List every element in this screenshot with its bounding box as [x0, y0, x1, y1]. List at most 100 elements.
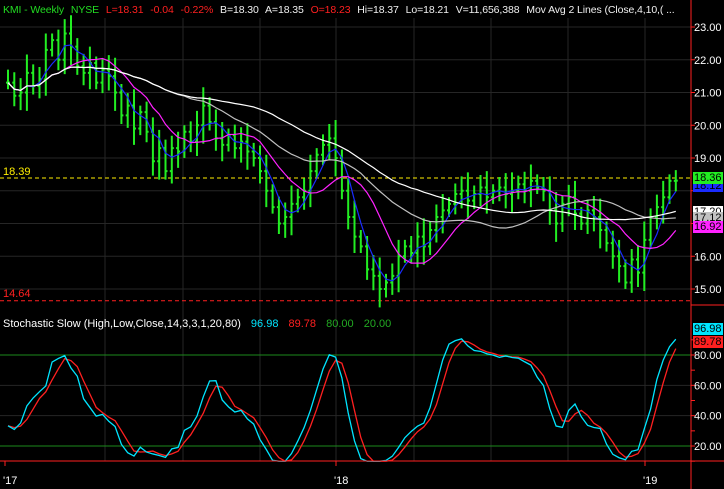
price-bar — [396, 239, 401, 293]
stochastic-k-tag: 96.98 — [693, 323, 723, 335]
stochastic-tick-label: 80.00 — [694, 350, 722, 362]
symbol-label: KMI - Weekly — [3, 4, 65, 16]
price-bar — [6, 69, 10, 90]
price-bar — [188, 121, 193, 153]
time-tick-label: '19 — [643, 475, 657, 487]
price-tick-label: 20.00 — [694, 120, 722, 132]
price-bar — [623, 259, 628, 289]
price-bar — [24, 54, 29, 111]
price-bar — [421, 218, 426, 265]
price-bar — [132, 89, 136, 145]
price-bar — [472, 185, 477, 210]
price-bar — [31, 64, 36, 95]
price-bar — [453, 183, 458, 215]
price-bar — [100, 59, 105, 94]
price-bar — [314, 148, 319, 178]
price-bar — [308, 154, 313, 208]
stochastic-title[interactable]: Stochastic Slow (High,Low,Close,14,3,3,1… — [3, 318, 241, 330]
time-tick-label: '17 — [3, 475, 17, 487]
price-bar — [497, 176, 502, 202]
price-bar — [138, 105, 143, 136]
price-bar — [333, 120, 338, 177]
price-bar — [270, 184, 275, 214]
price-bar — [150, 117, 155, 176]
price-bar — [560, 195, 565, 233]
price-tick-label: 23.00 — [694, 22, 722, 34]
price-bar — [377, 257, 382, 308]
price-bar — [491, 184, 496, 204]
chart-header: KMI - Weekly NYSE L=18.31 -0.04 -0.22% B… — [3, 4, 679, 16]
price-tick-label: 19.00 — [694, 153, 722, 165]
stochastic-upper-value: 80.00 — [326, 318, 354, 330]
price-bar — [239, 127, 244, 163]
stochastic-header: Stochastic Slow (High,Low,Close,14,3,3,1… — [3, 318, 398, 330]
price-bar — [415, 222, 420, 268]
stochastic-k-line — [7, 338, 677, 462]
support-label: 14.64 — [3, 288, 31, 300]
price-bar — [547, 176, 552, 225]
price-bar — [276, 196, 281, 234]
price-bar — [346, 178, 351, 230]
price-bar — [673, 170, 678, 192]
resistance-label: 18.39 — [3, 166, 31, 178]
price-bar — [169, 135, 174, 184]
time-tick-label: '18 — [334, 475, 348, 487]
indicator-label[interactable]: Mov Avg 2 Lines (Close,4,10,( ... — [526, 4, 674, 16]
stochastic-tick-label: 60.00 — [694, 380, 722, 392]
price-bar — [245, 123, 250, 170]
price-bar — [56, 29, 61, 71]
last-price: L=18.31 — [105, 4, 144, 16]
price-bar — [648, 208, 653, 249]
price-bar — [163, 139, 168, 180]
volume: V=11,656,388 — [455, 4, 520, 16]
price-bar — [591, 195, 596, 232]
price-bar — [94, 56, 99, 90]
bid-price: B=18.30 — [220, 4, 259, 16]
price-bar — [213, 109, 218, 151]
price-tick-label: 21.00 — [694, 88, 722, 100]
price-chart[interactable]: 23.00 22.00 21.00 20.00 19.00 16.00 15.00 80.00… — [0, 0, 724, 489]
stochastic-tick-label: 20.00 — [694, 441, 722, 453]
price-change-pct: -0.22% — [180, 4, 214, 16]
price-bar — [195, 110, 199, 157]
stochastic-d-value: 89.78 — [288, 318, 317, 330]
stochastic-tick-label: 40.00 — [694, 411, 722, 423]
price-bar — [465, 172, 470, 219]
price-tick-label: 16.00 — [694, 251, 722, 263]
price-bar — [69, 15, 73, 65]
price-tick-label: 22.00 — [694, 55, 722, 67]
ask-price: A=18.35 — [265, 4, 304, 16]
price-bar — [428, 221, 433, 255]
low-price: Lo=18.21 — [405, 4, 449, 16]
stochastic-d-line — [7, 340, 677, 462]
price-bar — [289, 185, 294, 236]
price-bar — [522, 171, 527, 204]
stochastic-k-value: 96.98 — [250, 318, 279, 330]
price-bar — [50, 33, 55, 57]
ma10-tag: 16.92 — [693, 221, 723, 233]
price-bar — [43, 33, 48, 96]
stochastic-lower-value: 20.00 — [363, 318, 392, 330]
price-bar — [573, 180, 577, 231]
price-bar — [654, 194, 659, 230]
price-bar — [629, 249, 634, 293]
price-bar — [75, 38, 80, 75]
price-bar — [352, 200, 357, 253]
price-bar — [358, 230, 363, 253]
price-bar — [18, 78, 23, 111]
price-bar — [81, 53, 86, 86]
exchange-label: NYSE — [70, 4, 100, 16]
price-bar — [302, 178, 307, 210]
price-bar — [226, 128, 231, 152]
price-tick-label: 15.00 — [694, 284, 722, 296]
last-price-tag: 18.36 — [693, 172, 723, 184]
price-bar — [264, 154, 269, 208]
price-bar — [528, 164, 533, 208]
high-price: Hi=18.37 — [357, 4, 399, 16]
price-bar — [516, 175, 521, 200]
open-price: O=18.23 — [310, 4, 351, 16]
stochastic-d-tag: 89.78 — [693, 336, 723, 348]
price-bar — [251, 142, 256, 167]
price-change: -0.04 — [150, 4, 174, 16]
price-bar — [201, 87, 206, 144]
